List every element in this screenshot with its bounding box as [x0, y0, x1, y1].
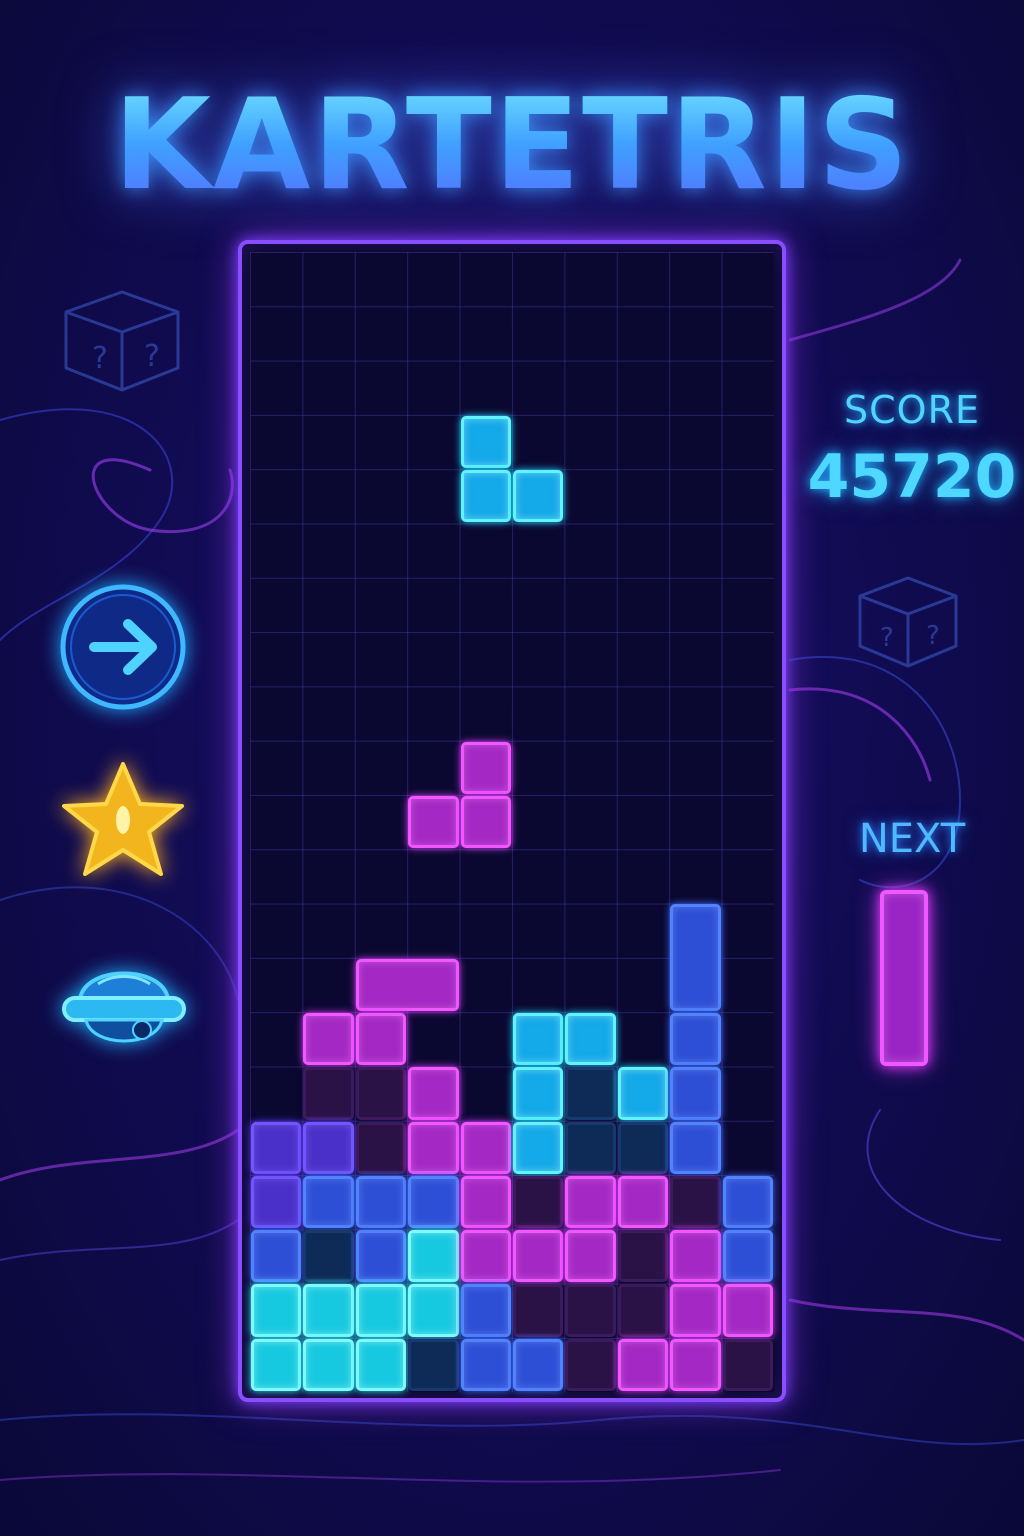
stack-block [408, 1338, 459, 1391]
svg-text:?: ? [926, 621, 940, 651]
stack-block [355, 1338, 407, 1391]
stack-block [460, 1284, 511, 1337]
stack-block [460, 1175, 511, 1229]
stack-block [565, 1067, 616, 1120]
stack-block [408, 1067, 459, 1120]
stack-block [670, 1121, 721, 1174]
next-piece-preview [880, 890, 928, 1066]
stack-block [355, 1121, 407, 1174]
stack-block [408, 1175, 459, 1229]
playfield-grid [250, 252, 774, 1392]
stack-block [670, 1013, 721, 1066]
falling-piece-block [408, 795, 459, 849]
stack-block [565, 1175, 616, 1229]
stack-block [617, 1230, 669, 1283]
stack-block [303, 1338, 354, 1391]
stack-block [617, 1175, 669, 1229]
stack-block [460, 1230, 511, 1283]
falling-piece-block [460, 741, 511, 794]
stack-block [670, 1230, 721, 1283]
stack-block [513, 1230, 564, 1283]
stack-block [670, 904, 721, 1011]
stack-block [355, 958, 459, 1011]
stack-block [355, 1230, 407, 1283]
svg-text:?: ? [880, 623, 894, 653]
stack-block [722, 1230, 773, 1283]
stack-block [617, 1338, 669, 1391]
stack-block [722, 1338, 773, 1391]
mystery-box-icon: ? ? [64, 290, 180, 392]
stack-block [513, 1067, 564, 1120]
stack-block [303, 1121, 354, 1174]
stack-block [251, 1284, 302, 1337]
stack-block [355, 1175, 407, 1229]
stack-block [617, 1284, 669, 1337]
star-icon[interactable] [58, 758, 188, 882]
stack-block [513, 1121, 564, 1174]
stack-block [617, 1067, 669, 1120]
stack-block [670, 1067, 721, 1120]
stack-block [303, 1230, 354, 1283]
stack-block [303, 1067, 354, 1120]
stack-block [513, 1013, 564, 1066]
stack-block [670, 1284, 721, 1337]
game-board[interactable] [238, 240, 786, 1402]
active-piece-block [513, 470, 564, 523]
svg-text:?: ? [92, 341, 108, 376]
stack-block [565, 1284, 616, 1337]
game-title: KARTETRIS [0, 80, 1024, 210]
stack-block [565, 1338, 616, 1391]
stack-block [513, 1284, 564, 1337]
stack-block [670, 1175, 721, 1229]
shell-icon[interactable] [58, 944, 190, 1056]
active-piece-block [460, 470, 511, 523]
stack-block [251, 1121, 302, 1174]
mystery-box-icon: ? ? [858, 576, 958, 668]
stack-block [408, 1284, 459, 1337]
stack-block [722, 1175, 773, 1229]
score-label: SCORE [844, 388, 980, 432]
stack-block [513, 1175, 564, 1229]
stack-block [565, 1230, 616, 1283]
arrow-right-icon[interactable] [58, 582, 188, 712]
stack-block [251, 1175, 302, 1229]
next-label: NEXT [858, 816, 966, 862]
stack-block [355, 1284, 407, 1337]
stack-block [251, 1338, 302, 1391]
stack-block [355, 1013, 407, 1066]
stack-block [408, 1230, 459, 1283]
stack-block [670, 1338, 721, 1391]
stack-block [460, 1121, 511, 1174]
stack-block [513, 1338, 564, 1391]
stack-block [460, 1338, 511, 1391]
stack-block [565, 1013, 616, 1066]
falling-piece-block [460, 795, 511, 849]
stack-block [617, 1121, 669, 1174]
stack-block [303, 1175, 354, 1229]
active-piece-block [460, 415, 511, 469]
stack-block [355, 1067, 407, 1120]
score-value: 45720 [807, 442, 1017, 512]
svg-text:?: ? [144, 339, 160, 374]
stack-block [565, 1121, 616, 1174]
stack-block [303, 1013, 354, 1066]
stack-block [251, 1230, 302, 1283]
stack-block [408, 1121, 459, 1174]
stack-block [303, 1284, 354, 1337]
stack-block [722, 1284, 773, 1337]
